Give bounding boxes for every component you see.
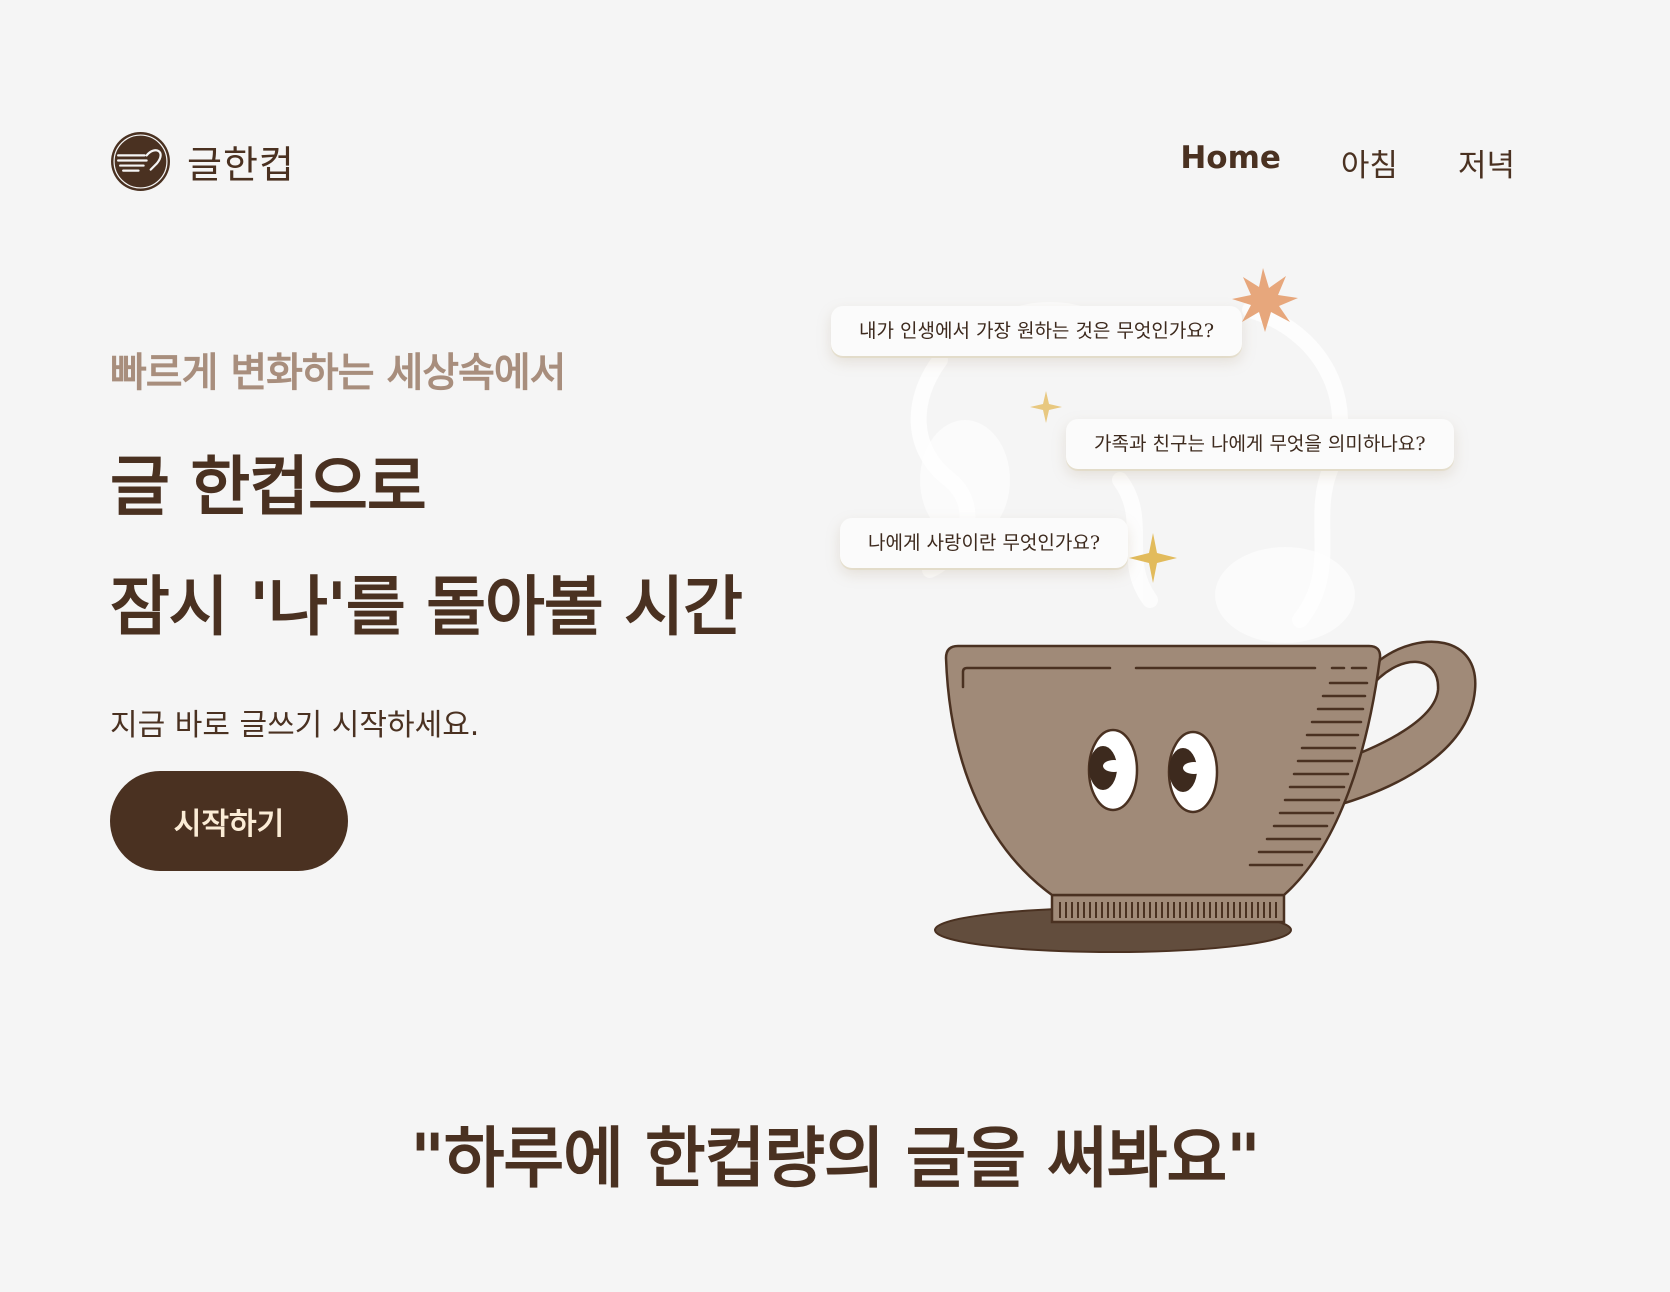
logo-text: 글한컵 xyxy=(187,143,295,187)
section-quote: "하루에 한컵량의 글을 써봐요" xyxy=(410,1120,1260,1197)
hero-headline-line2: 잠시 '나'를 돌아볼 시간 xyxy=(110,570,743,645)
nav-home[interactable]: Home xyxy=(1180,140,1281,185)
hero-headline: 글 한컵으로 잠시 '나'를 돌아볼 시간 xyxy=(110,428,743,668)
main-nav: Home 아침 저녁 xyxy=(1180,140,1515,185)
nav-morning[interactable]: 아침 xyxy=(1341,140,1398,185)
logo[interactable]: 글한컵 xyxy=(110,131,295,192)
coffee-cup-scene xyxy=(910,268,1477,953)
logo-icon xyxy=(111,132,170,191)
coffee-illustration: 내가 인생에서 가장 원하는 것은 무엇인가요? 가족과 친구는 나에게 무엇을… xyxy=(820,250,1520,970)
question-bubble-2: 가족과 친구는 나에게 무엇을 의미하나요? xyxy=(1066,419,1454,469)
landing-page: 글한컵 Home 아침 저녁 빠르게 변화하는 세상속에서 글 한컵으로 잠시 … xyxy=(0,0,1670,1292)
start-button[interactable]: 시작하기 xyxy=(110,771,348,871)
hero-headline-line1: 글 한컵으로 xyxy=(110,450,427,525)
hero-text: 빠르게 변화하는 세상속에서 글 한컵으로 잠시 '나'를 돌아볼 시간 지금 … xyxy=(110,340,743,744)
hero-tagline: 빠르게 변화하는 세상속에서 xyxy=(110,350,566,396)
cup-body xyxy=(944,644,1382,897)
question-bubble-1: 내가 인생에서 가장 원하는 것은 무엇인가요? xyxy=(831,306,1243,356)
hero-subline: 지금 바로 글쓰기 시작하세요. xyxy=(110,708,480,743)
question-bubble-3: 나에게 사랑이란 무엇인가요? xyxy=(840,518,1129,568)
sparkle-icon-small xyxy=(1030,391,1062,423)
nav-evening[interactable]: 저녁 xyxy=(1458,140,1515,185)
